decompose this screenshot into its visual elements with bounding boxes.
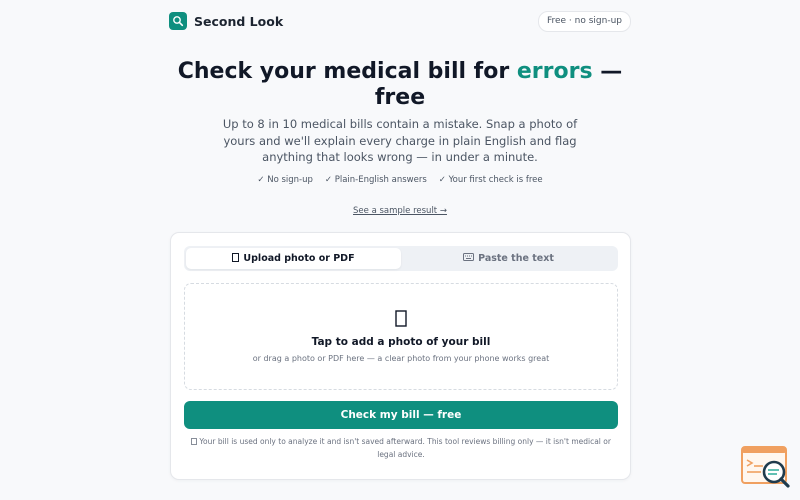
file-dropzone[interactable]: Tap to add a photo of your bill or drag …: [184, 283, 618, 390]
dropzone-subtitle: or drag a photo or PDF here — a clear ph…: [252, 354, 550, 363]
page-title: Check your medical bill for errors — fre…: [150, 59, 650, 111]
privacy-disclaimer: Your bill is used only to analyze it and…: [184, 436, 618, 461]
brand[interactable]: Second Look: [169, 12, 283, 30]
disclaimer-text: Your bill is used only to analyze it and…: [199, 437, 611, 459]
brand-name: Second Look: [194, 13, 284, 29]
upload-card: Upload photo or PDF Paste the text Tap t…: [170, 232, 631, 480]
dropzone-title: Tap to add a photo of your bill: [311, 336, 491, 348]
title-part-1: Check your medical bill for: [177, 59, 517, 84]
file-icon: [395, 310, 407, 327]
title-accent: errors: [516, 59, 593, 84]
check-plain-english: ✓ Plain-English answers: [324, 175, 427, 185]
top-header: Second Look Free · no sign-up: [169, 10, 631, 32]
free-badge: Free · no sign-up: [537, 10, 631, 32]
check-first-free: ✓ Your first check is free: [438, 175, 543, 185]
tab-paste[interactable]: Paste the text: [401, 248, 616, 269]
sample-result-link[interactable]: See a sample result →: [353, 206, 447, 216]
input-mode-tabs: Upload photo or PDF Paste the text: [184, 246, 618, 271]
sample-link-row: See a sample result →: [150, 198, 650, 217]
tab-upload-label: Upload photo or PDF: [243, 253, 355, 264]
check-no-signup: ✓ No sign-up: [257, 175, 313, 185]
document-search-icon[interactable]: [741, 446, 791, 490]
check-bill-button[interactable]: Check my bill — free: [184, 401, 618, 429]
feature-checklist: ✓ No sign-up ✓ Plain-English answers ✓ Y…: [150, 175, 650, 185]
hero-subtitle: Up to 8 in 10 medical bills contain a mi…: [222, 117, 578, 164]
keyboard-icon: [463, 253, 475, 264]
tab-paste-label: Paste the text: [478, 253, 554, 264]
lock-icon: [191, 437, 197, 446]
tab-upload[interactable]: Upload photo or PDF: [186, 248, 401, 269]
file-icon: [232, 252, 240, 265]
magnifier-icon: [169, 12, 187, 30]
